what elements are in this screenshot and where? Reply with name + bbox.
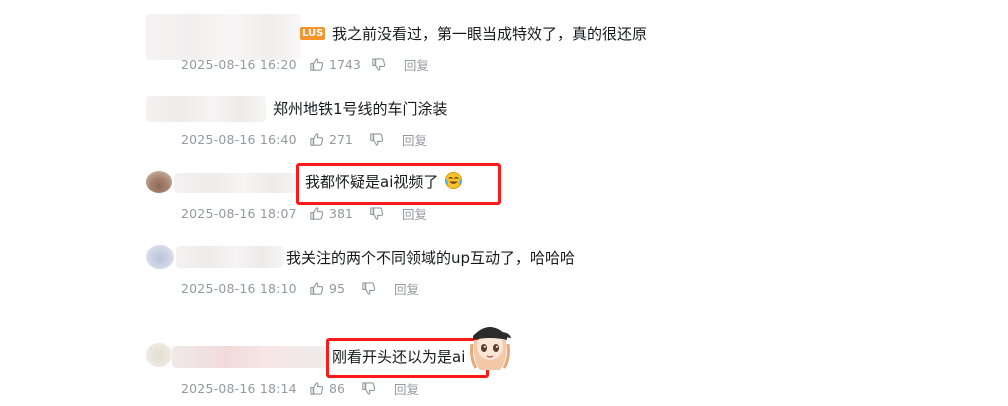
reply-button[interactable]: 回复: [402, 204, 427, 223]
reply-button[interactable]: 回复: [402, 130, 427, 149]
username-blurred: [172, 346, 327, 368]
username-blurred: [146, 14, 301, 60]
thumbs-up-icon: [310, 206, 324, 220]
like-count: 381: [329, 205, 353, 221]
comment-meta: 2025-08-16 16:20 1743 回复: [181, 55, 429, 73]
avatar[interactable]: [146, 343, 172, 367]
username-blurred: [176, 246, 284, 268]
thumbs-up-icon: [310, 281, 324, 295]
comment-time: 2025-08-16 18:07: [181, 205, 297, 221]
dislike-button[interactable]: [369, 132, 384, 147]
user-badge: LUS: [300, 27, 326, 40]
comment-text: 我之前没看过，第一眼当成特效了，真的很还原: [332, 25, 648, 43]
like-button[interactable]: 1743: [309, 57, 361, 72]
dislike-button[interactable]: [361, 281, 376, 296]
thumbs-down-icon: [370, 206, 384, 220]
reply-button[interactable]: 回复: [394, 279, 419, 298]
avatar[interactable]: [146, 171, 172, 193]
like-count: 271: [329, 131, 353, 147]
like-button[interactable]: 271: [309, 132, 359, 147]
comment-time: 2025-08-16 18:10: [181, 280, 297, 296]
highlight-box: [296, 163, 501, 205]
like-button[interactable]: 86: [309, 381, 351, 396]
like-count: 1743: [329, 56, 361, 72]
username-blurred: [174, 173, 299, 193]
thumbs-down-icon: [362, 381, 376, 395]
thumbs-up-icon: [310, 132, 324, 146]
comment-meta: 2025-08-16 18:14 86 回复: [181, 379, 419, 397]
reply-button[interactable]: 回复: [394, 379, 419, 398]
like-count: 95: [329, 280, 345, 296]
thumbs-up-icon: [310, 381, 324, 395]
comment-text: 我关注的两个不同领域的up互动了，哈哈哈: [286, 249, 576, 267]
comment-meta: 2025-08-16 16:40 271 回复: [181, 130, 427, 148]
avatar[interactable]: [146, 245, 174, 269]
thumbs-down-icon: [362, 281, 376, 295]
like-button[interactable]: 95: [309, 281, 351, 296]
thumbs-down-icon: [372, 57, 386, 71]
comment-meta: 2025-08-16 18:10 95 回复: [181, 279, 419, 297]
dislike-button[interactable]: [371, 57, 386, 72]
reply-button[interactable]: 回复: [404, 55, 429, 74]
comment-time: 2025-08-16 18:14: [181, 380, 297, 396]
comment-time: 2025-08-16 16:40: [181, 131, 297, 147]
like-count: 86: [329, 380, 345, 396]
dislike-button[interactable]: [369, 206, 384, 221]
anime-girl-sticker: [468, 318, 512, 372]
comment-text: 郑州地铁1号线的车门涂装: [273, 100, 448, 118]
dislike-button[interactable]: [361, 381, 376, 396]
thumbs-up-icon: [310, 57, 324, 71]
thumbs-down-icon: [370, 132, 384, 146]
comment-time: 2025-08-16 16:20: [181, 56, 297, 72]
username-blurred: [146, 96, 266, 122]
highlight-box: [326, 338, 489, 378]
comment-meta: 2025-08-16 18:07 381 回复: [181, 204, 427, 222]
like-button[interactable]: 381: [309, 206, 359, 221]
